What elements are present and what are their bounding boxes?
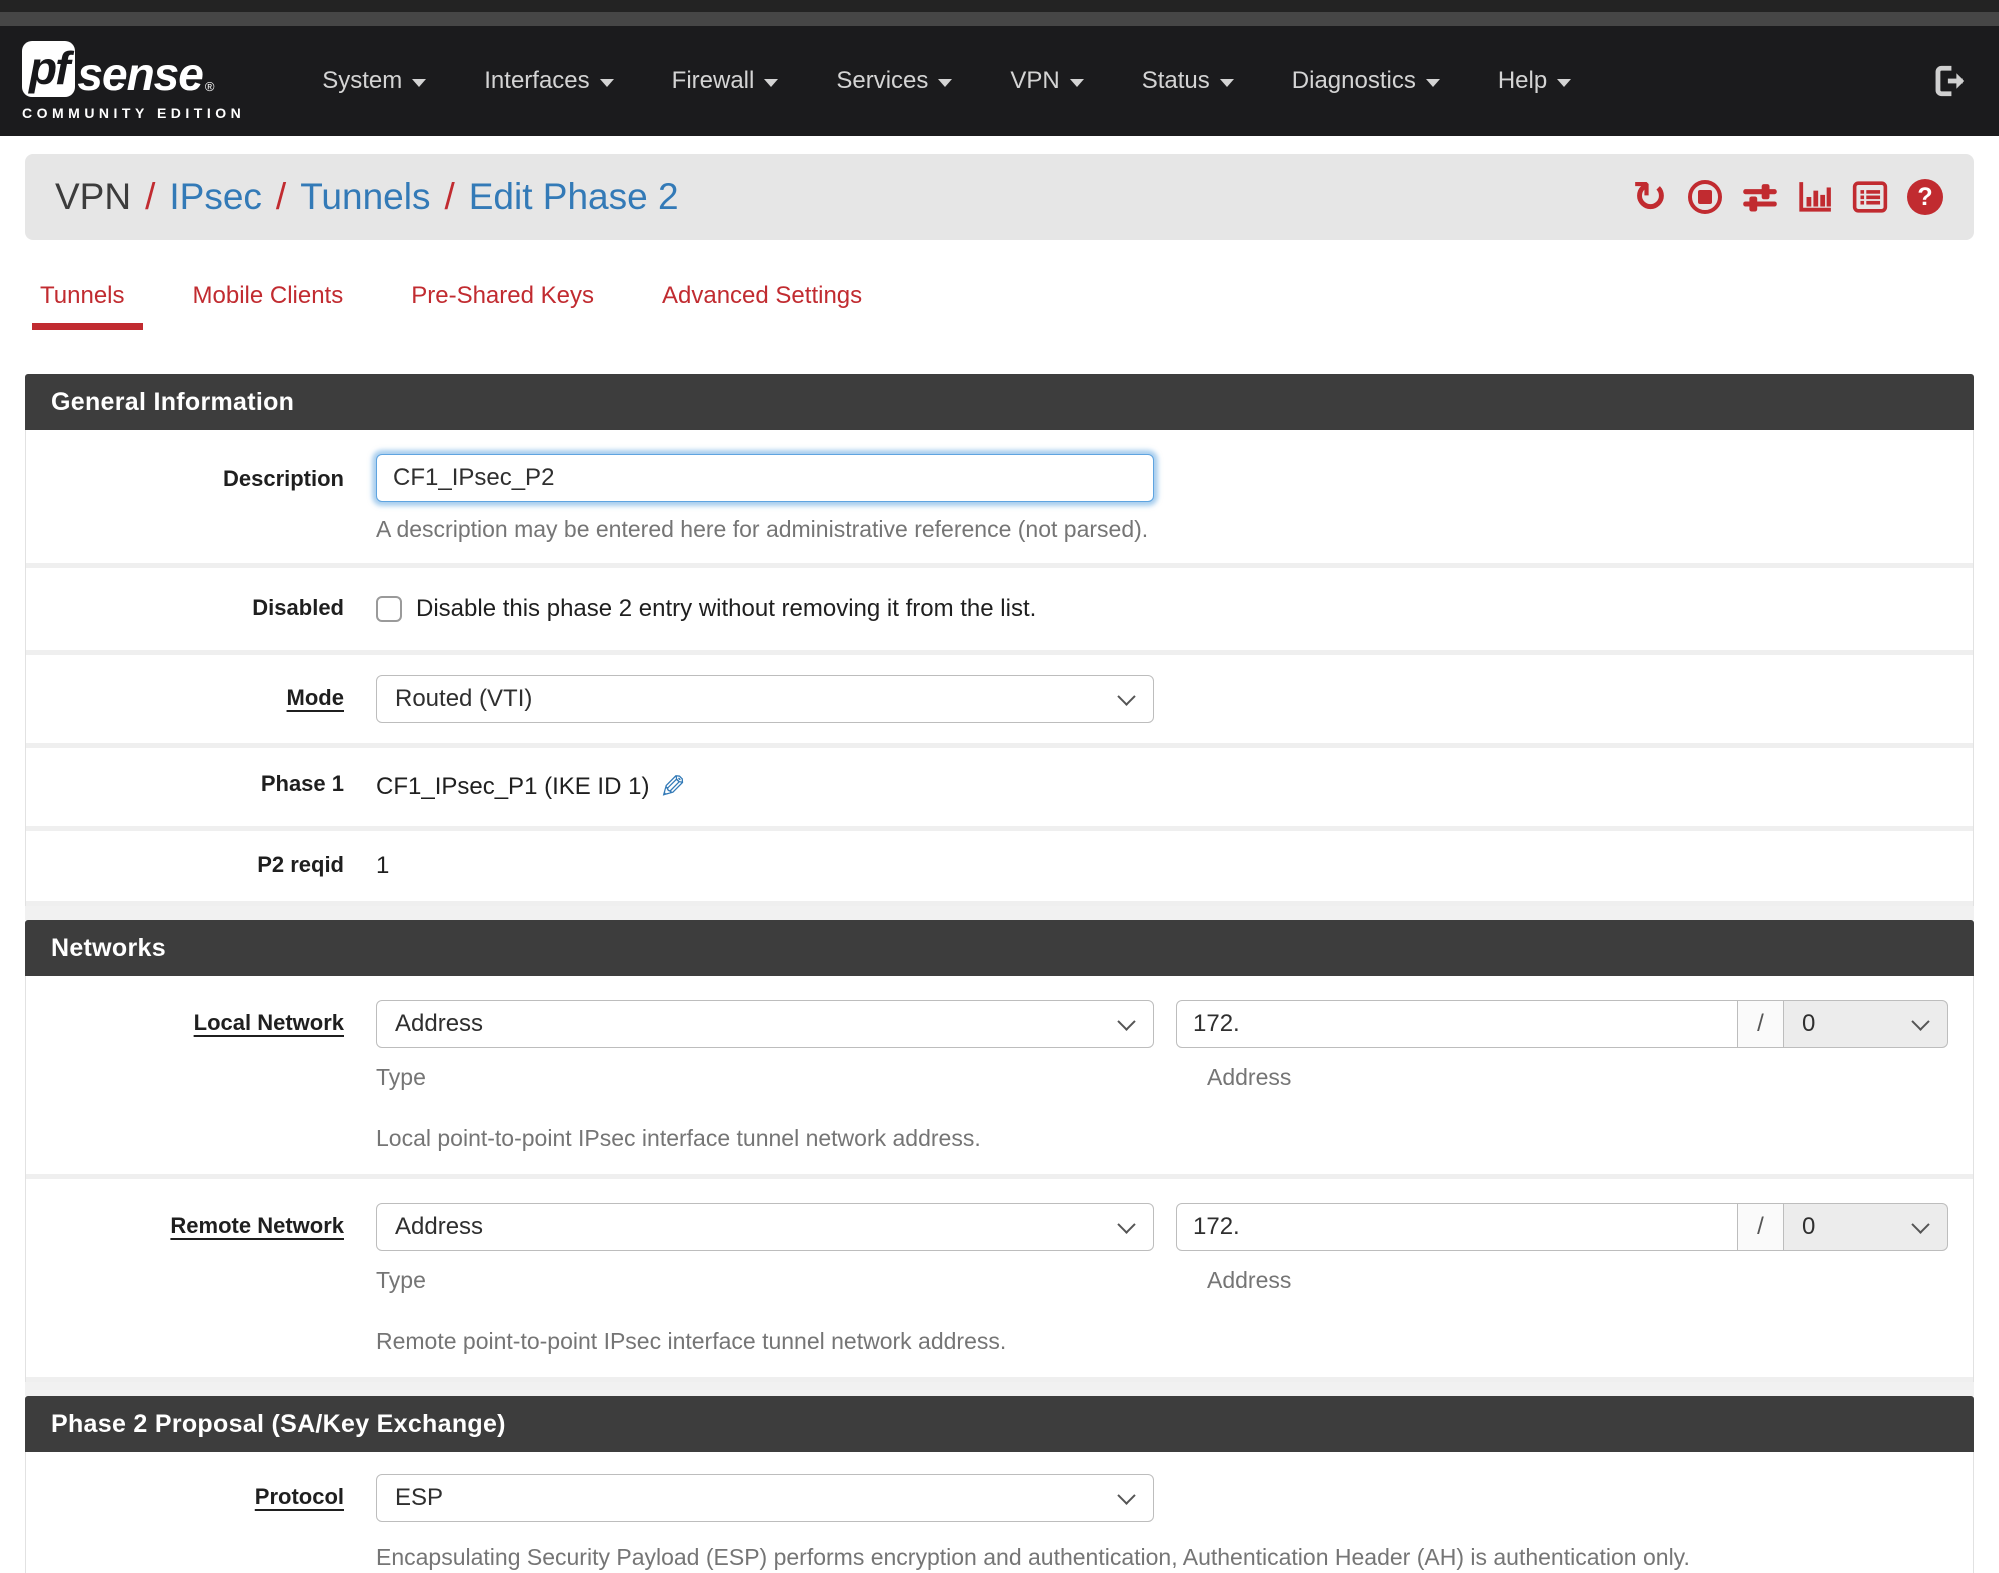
tab-mobile-clients[interactable]: Mobile Clients	[193, 282, 344, 330]
field-remote-network: Remote Network Address / 0 Type Address	[26, 1179, 1973, 1382]
nav-item-help[interactable]: Help	[1469, 53, 1600, 109]
window-top-strip	[0, 0, 1999, 12]
window-title-strip	[0, 12, 1999, 26]
mode-select[interactable]: Routed (VTI)	[376, 675, 1154, 723]
breadcrumb-separator: /	[145, 176, 156, 217]
bar-chart-icon[interactable]	[1796, 178, 1834, 216]
breadcrumb-ipsec[interactable]: IPsec	[169, 176, 262, 218]
remote-address-caption: Address	[1207, 1267, 1292, 1293]
caret-down-icon	[412, 78, 427, 87]
p2-reqid-value: 1	[376, 852, 390, 879]
breadcrumb-edit-phase-2[interactable]: Edit Phase 2	[469, 176, 679, 218]
local-network-prefix-select[interactable]: 0	[1784, 1000, 1948, 1048]
logo-pf-badge: pf	[22, 41, 76, 97]
field-phase1: Phase 1 CF1_IPsec_P1 (IKE ID 1)	[26, 748, 1973, 831]
phase1-value: CF1_IPsec_P1 (IKE ID 1)	[376, 773, 650, 800]
caret-down-icon	[599, 78, 614, 87]
protocol-select[interactable]: ESP	[376, 1474, 1154, 1522]
logo-sense-text: sense	[77, 48, 203, 100]
caret-down-icon	[938, 78, 953, 87]
top-navbar: pf sense ® COMMUNITY EDITION System Inte…	[0, 26, 1999, 136]
page-action-icons: ↻	[1631, 176, 1944, 218]
remote-network-type-select[interactable]: Address	[376, 1203, 1154, 1251]
description-input[interactable]	[376, 454, 1154, 502]
panel-divider	[25, 906, 1974, 920]
local-address-caption: Address	[1207, 1064, 1292, 1090]
mode-label: Mode	[286, 685, 344, 710]
local-network-type-select[interactable]: Address	[376, 1000, 1154, 1048]
breadcrumb-bar: VPN / IPsec / Tunnels / Edit Phase 2 ↻	[25, 154, 1974, 240]
description-help: A description may be entered here for ad…	[376, 516, 1149, 542]
phase1-label: Phase 1	[260, 771, 344, 796]
field-disabled: Disabled Disable this phase 2 entry with…	[26, 568, 1973, 655]
breadcrumb-separator: /	[275, 176, 287, 217]
panel-title: General Information	[25, 374, 1974, 430]
panel-title: Networks	[25, 920, 1974, 976]
p2-reqid-label: P2 reqid	[257, 852, 344, 877]
logo-subtitle: COMMUNITY EDITION	[22, 105, 246, 121]
nav-item-services[interactable]: Services	[807, 53, 981, 109]
stop-circle-icon[interactable]	[1686, 178, 1724, 216]
disabled-checkbox-label: Disable this phase 2 entry without remov…	[416, 595, 1037, 622]
protocol-label: Protocol	[254, 1484, 344, 1509]
tab-pre-shared-keys[interactable]: Pre-Shared Keys	[411, 282, 594, 330]
panel-networks: Networks Local Network Address / 0 Type	[25, 920, 1974, 1382]
panel-divider	[25, 1382, 1974, 1396]
caret-down-icon	[764, 78, 779, 87]
nav-item-diagnostics[interactable]: Diagnostics	[1263, 53, 1469, 109]
local-network-help: Local point-to-point IPsec interface tun…	[376, 1125, 981, 1151]
caret-down-icon	[1219, 78, 1234, 87]
disabled-label: Disabled	[252, 595, 344, 620]
tab-advanced-settings[interactable]: Advanced Settings	[662, 282, 862, 330]
nav-item-firewall[interactable]: Firewall	[643, 53, 808, 109]
nav-item-vpn[interactable]: VPN	[981, 53, 1112, 109]
nav-item-status[interactable]: Status	[1113, 53, 1263, 109]
nav-item-interfaces[interactable]: Interfaces	[455, 53, 642, 109]
question-circle-icon[interactable]	[1906, 178, 1944, 216]
pencil-icon[interactable]	[659, 768, 686, 806]
tab-bar: Tunnels Mobile Clients Pre-Shared Keys A…	[32, 282, 1999, 330]
registered-mark: ®	[204, 79, 215, 94]
caret-down-icon	[1069, 78, 1084, 87]
remote-network-prefix-select[interactable]: 0	[1784, 1203, 1948, 1251]
field-mode: Mode Routed (VTI)	[26, 655, 1973, 748]
nav-item-system[interactable]: System	[293, 53, 455, 109]
sliders-icon[interactable]	[1741, 178, 1779, 216]
breadcrumb: VPN / IPsec / Tunnels / Edit Phase 2	[55, 176, 679, 218]
panel-title: Phase 2 Proposal (SA/Key Exchange)	[25, 1396, 1974, 1452]
refresh-icon[interactable]: ↻	[1631, 176, 1669, 218]
pfsense-logo[interactable]: pf sense ® COMMUNITY EDITION	[22, 41, 245, 121]
slash-addon: /	[1738, 1000, 1784, 1048]
caret-down-icon	[1557, 78, 1572, 87]
breadcrumb-tunnels[interactable]: Tunnels	[300, 176, 430, 218]
field-p2-reqid: P2 reqid 1	[26, 831, 1973, 906]
tab-tunnels[interactable]: Tunnels	[32, 282, 142, 330]
breadcrumb-vpn: VPN	[55, 176, 132, 217]
slash-addon: /	[1738, 1203, 1784, 1251]
panel-general-information: General Information Description A descri…	[25, 374, 1974, 906]
remote-type-caption: Type	[376, 1267, 426, 1293]
description-label: Description	[222, 466, 344, 491]
breadcrumb-separator: /	[444, 176, 455, 217]
local-network-label: Local Network	[193, 1010, 344, 1035]
nav-menu: System Interfaces Firewall Services VPN …	[293, 53, 1931, 109]
disabled-checkbox[interactable]	[376, 596, 402, 622]
remote-network-label: Remote Network	[170, 1213, 344, 1238]
local-type-caption: Type	[376, 1064, 426, 1090]
protocol-help: Encapsulating Security Payload (ESP) per…	[376, 1544, 1690, 1570]
remote-network-help: Remote point-to-point IPsec interface tu…	[376, 1328, 1007, 1354]
field-local-network: Local Network Address / 0 Type Address	[26, 976, 1973, 1179]
pfsense-app: pf sense ® COMMUNITY EDITION System Inte…	[0, 0, 1999, 1573]
caret-down-icon	[1425, 78, 1440, 87]
field-protocol: Protocol ESP Encapsulating Security Payl…	[26, 1452, 1973, 1573]
field-description: Description A description may be entered…	[26, 430, 1973, 568]
logo-pf-text: pf	[29, 42, 70, 94]
panel-phase2-proposal: Phase 2 Proposal (SA/Key Exchange) Proto…	[25, 1396, 1974, 1573]
list-icon[interactable]	[1851, 178, 1889, 216]
sign-out-icon[interactable]	[1931, 64, 1969, 98]
remote-network-address-input[interactable]	[1176, 1203, 1738, 1251]
local-network-address-input[interactable]	[1176, 1000, 1738, 1048]
